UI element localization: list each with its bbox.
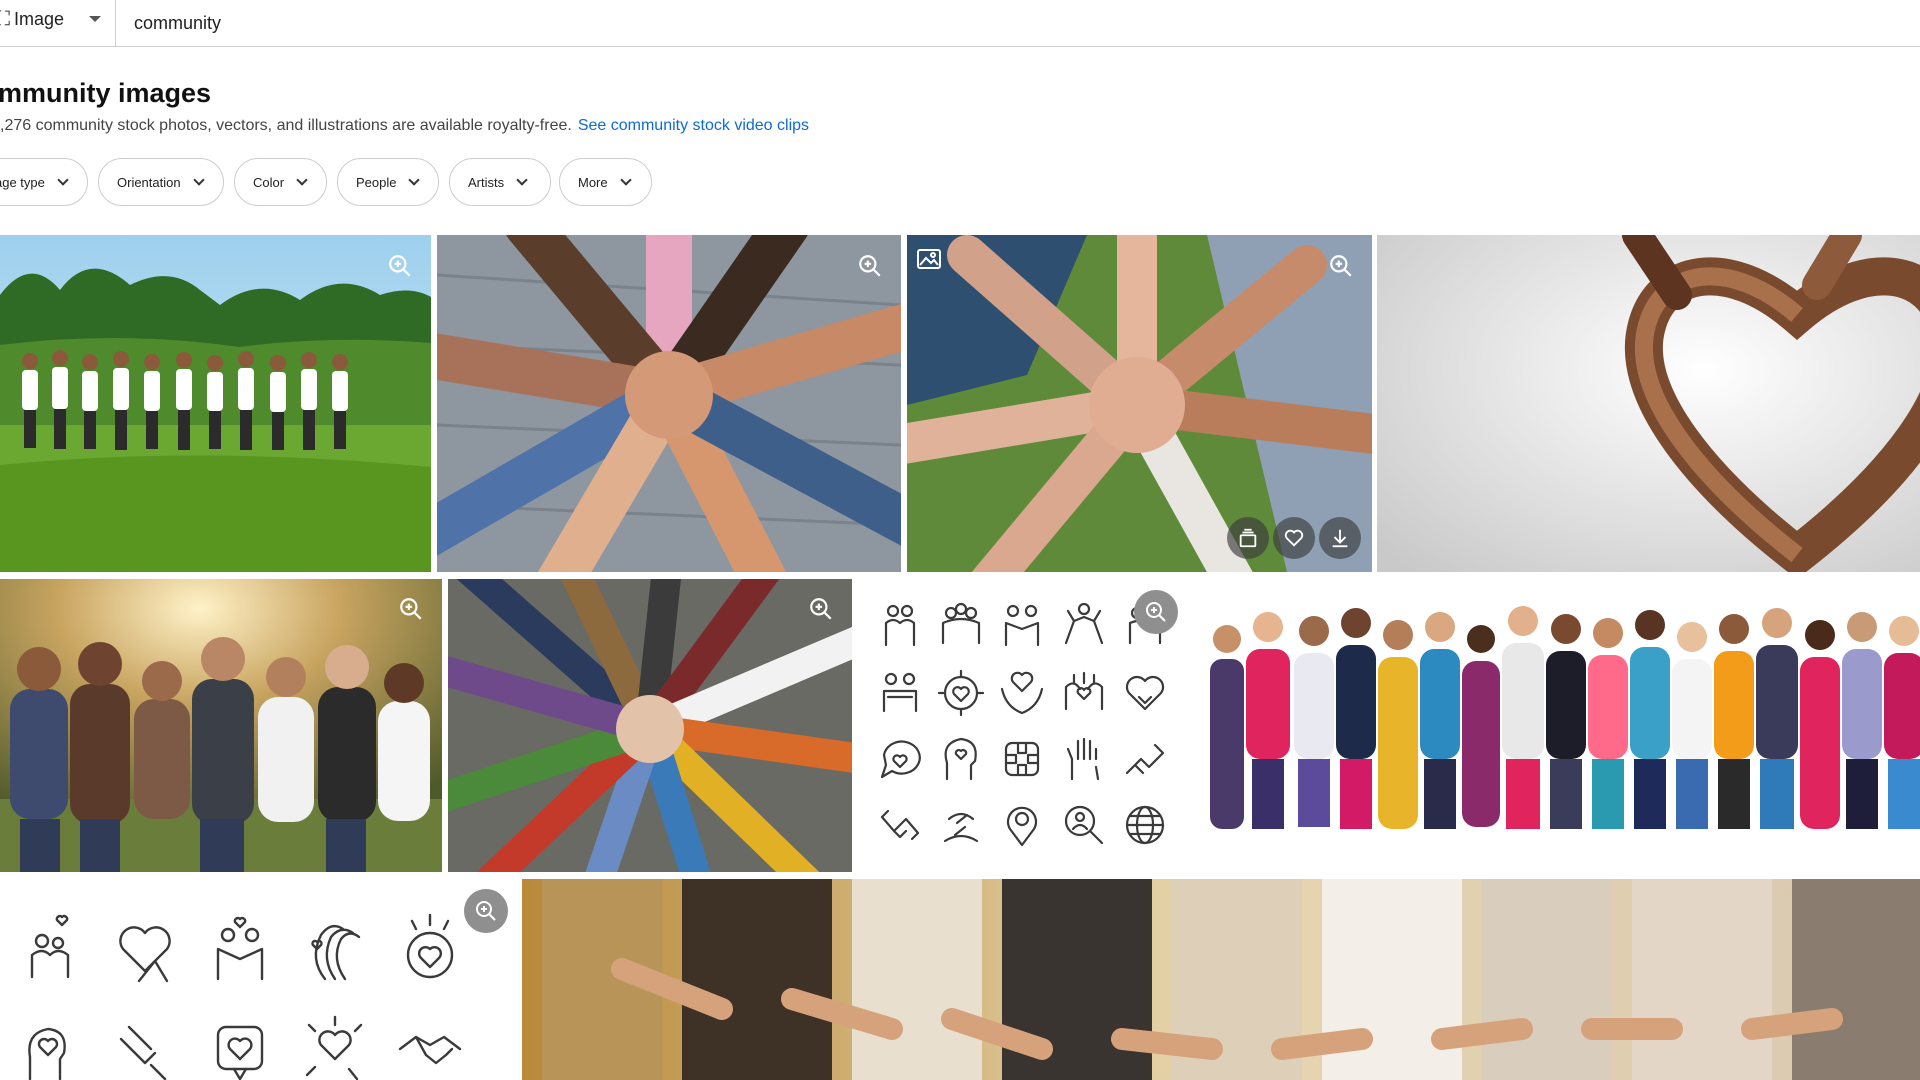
zoom-in-icon (859, 255, 881, 277)
filter-color[interactable]: Color (234, 158, 327, 206)
heart-icon (1284, 529, 1304, 547)
zoom-in-button[interactable] (1134, 590, 1178, 634)
illustration-diverse-crowd (1210, 606, 1920, 829)
filter-more[interactable]: More (559, 158, 652, 206)
filter-label: People (356, 174, 397, 190)
search-input[interactable] (134, 6, 1834, 40)
zoom-in-icon (476, 901, 496, 921)
add-to-collection-button[interactable] (1227, 517, 1269, 559)
image-tile-circle-of-hands[interactable] (448, 579, 852, 872)
filter-label: age type (0, 174, 45, 190)
image-tile-diverse-crowd[interactable] (1196, 579, 1920, 872)
zoom-in-icon (400, 598, 422, 620)
page-title: mmunity images (0, 78, 212, 108)
chevron-down-icon (408, 174, 421, 186)
image-type-icon: ⛶ (0, 8, 10, 30)
vector-care-line-icons (28, 913, 462, 1080)
zoom-in-icon (1146, 602, 1166, 622)
filter-image-type[interactable]: age type (0, 158, 88, 206)
image-type-label: Image (14, 9, 65, 29)
download-icon (1332, 529, 1348, 548)
image-tile-community-icon-set[interactable] (858, 579, 1190, 872)
image-type-badge (917, 249, 943, 271)
chevron-down-icon (57, 174, 69, 186)
photo-group-in-field (0, 235, 431, 572)
zoom-in-icon (1330, 255, 1352, 277)
filter-label: More (578, 174, 608, 190)
filter-label: Orientation (117, 174, 181, 190)
photo-friends-outdoors (0, 579, 442, 872)
favorite-button[interactable] (1273, 517, 1315, 559)
zoom-in-button[interactable] (383, 249, 417, 283)
results-summary: ,276 community stock photos, vectors, an… (0, 117, 809, 135)
zoom-in-button[interactable] (804, 592, 838, 626)
image-tile-care-icon-set[interactable] (0, 879, 516, 1080)
filter-artists[interactable]: Artists (449, 158, 551, 206)
results-summary-text: ,276 community stock photos, vectors, an… (0, 117, 572, 134)
filter-orientation[interactable]: Orientation (98, 158, 224, 206)
image-tile-hands-stack-wood[interactable] (437, 235, 901, 572)
zoom-in-button[interactable] (1324, 249, 1358, 283)
image-tile-hands-heart[interactable] (1377, 235, 1920, 572)
add-to-collection-icon (1239, 528, 1257, 548)
zoom-in-button[interactable] (464, 889, 508, 933)
image-tile-friends-embracing[interactable] (0, 579, 442, 872)
image-icon (917, 249, 941, 269)
image-tile-group-field[interactable] (0, 235, 431, 572)
zoom-in-icon (389, 255, 411, 277)
filter-label: Color (253, 174, 285, 190)
photo-hands-heart-shape (1377, 235, 1920, 572)
caret-down-icon (89, 16, 101, 22)
zoom-in-button[interactable] (394, 592, 428, 626)
photo-holding-hands-row (522, 879, 1920, 1080)
image-tile-holding-hands-row[interactable] (522, 879, 1920, 1080)
image-type-dropdown[interactable]: ⛶ Image (0, 0, 116, 46)
chevron-down-icon (619, 174, 632, 186)
zoom-in-icon (810, 598, 832, 620)
chevron-down-icon (296, 174, 308, 186)
download-button[interactable] (1319, 517, 1361, 559)
photo-circle-of-hands (448, 579, 852, 872)
chevron-down-icon (516, 174, 528, 186)
zoom-in-button[interactable] (853, 249, 887, 283)
filter-people[interactable]: People (337, 158, 439, 206)
video-clips-link[interactable]: See community stock video clips (578, 117, 809, 134)
photo-hands-on-wood (437, 235, 901, 572)
image-tile-hands-on-grass[interactable] (907, 235, 1372, 572)
search-bar: ⛶ Image (0, 0, 1920, 47)
chevron-down-icon (192, 174, 205, 186)
filter-label: Artists (468, 174, 505, 190)
